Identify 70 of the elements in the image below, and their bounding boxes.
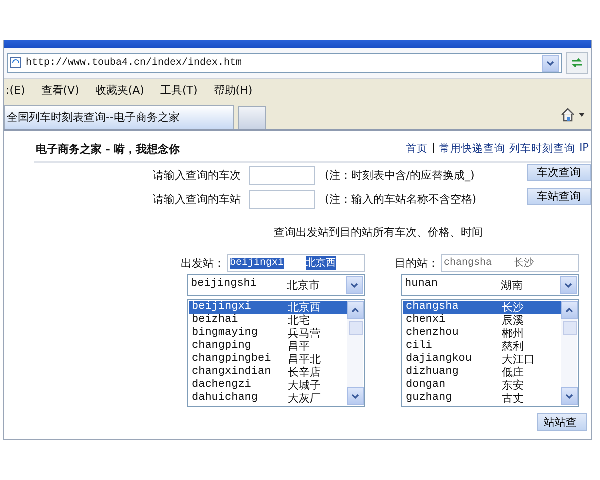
- region-dropdown[interactable]: beijingshi 北京市: [187, 274, 365, 296]
- chevron-down-icon[interactable]: [564, 282, 573, 288]
- scrollbar[interactable]: [561, 301, 577, 405]
- address-field[interactable]: http://www.touba4.cn/index/index.htm: [7, 53, 562, 73]
- list-option[interactable]: dongan 东安: [403, 379, 561, 392]
- list-option[interactable]: chenzhou 郴州: [403, 327, 561, 340]
- site-title: 电子商务之家 - 嗬，我想念你: [36, 142, 182, 156]
- menu-item[interactable]: 收藏夹(A): [95, 82, 144, 98]
- browser-tab[interactable]: 全国列车时刻表查询--电子商务之家: [4, 105, 234, 129]
- chevron-down-icon[interactable]: [546, 60, 555, 66]
- scrollbar[interactable]: [347, 301, 363, 405]
- dropdown-value: beijingshi: [190, 278, 258, 292]
- menu-item[interactable]: 查看(V): [41, 82, 80, 98]
- region-dropdown[interactable]: hunan 湖南: [401, 274, 579, 296]
- query-button[interactable]: 车次查询: [527, 164, 591, 180]
- list-option[interactable]: guzhang 古丈: [403, 392, 561, 405]
- nav-link[interactable]: 常用快递查询: [440, 142, 506, 156]
- list-option[interactable]: cili 慈利: [403, 340, 561, 353]
- menu-item[interactable]: 帮助(H): [214, 82, 253, 98]
- station-field[interactable]: changsha 长沙: [441, 254, 579, 272]
- station-listbox[interactable]: beijingxi 北京西 beizhai 北宅 bingmaying 兵马营 changping 昌平 changpingbei 昌平北 changxindian 长辛店 dachengzi 大城子 dahuichang 大灰厂: [187, 299, 365, 407]
- section-heading: 查询出发站到目的站所有车次、价格、时间: [274, 225, 484, 240]
- nav-link[interactable]: 首页: [406, 142, 428, 156]
- list-option[interactable]: bingmaying 兵马营: [189, 327, 347, 340]
- chevron-down-icon[interactable]: [351, 392, 360, 400]
- list-option[interactable]: changxindian 长辛店: [189, 366, 347, 379]
- chevron-up-icon[interactable]: [351, 306, 360, 314]
- home-icon[interactable]: [560, 107, 576, 123]
- list-option[interactable]: changsha 长沙: [403, 301, 561, 314]
- scrollbar-thumb[interactable]: [563, 321, 577, 335]
- menu-item[interactable]: :(E): [6, 84, 26, 96]
- route-query-button[interactable]: 站站查: [537, 413, 587, 431]
- menu-item[interactable]: 工具(T): [160, 82, 198, 98]
- list-option[interactable]: dajiangkou 大江口: [403, 353, 561, 366]
- field-value: changsha: [444, 258, 492, 268]
- chevron-up-icon[interactable]: [565, 306, 574, 314]
- hint-text: (注：时刻表中含/的应替换成_): [324, 168, 476, 182]
- hint-text: (注：输入的车站名称不含空格): [324, 192, 478, 206]
- field-label: 请输入查询的车次: [152, 168, 242, 182]
- refresh-icon[interactable]: [570, 57, 584, 69]
- list-option[interactable]: dahuichang 大灰厂: [189, 392, 347, 405]
- field-label: 请输入查询的车站: [152, 192, 242, 206]
- station-listbox[interactable]: changsha 长沙 chenxi 辰溪 chenzhou 郴州 cili 慈利 dajiangkou 大江口 dizhuang 低庄 dongan 东安 guzhang 古丈: [401, 299, 579, 407]
- caret-icon[interactable]: [579, 113, 585, 117]
- nav-separator: |: [432, 142, 436, 156]
- list-option[interactable]: chenxi 辰溪: [403, 314, 561, 327]
- field-label: 目的站：: [395, 256, 439, 270]
- list-option[interactable]: changpingbei 昌平北: [189, 353, 347, 366]
- station-field[interactable]: beijingxi 北京西: [227, 254, 365, 272]
- dropdown-value: 北京市: [287, 278, 320, 292]
- scrollbar-thumb[interactable]: [349, 321, 363, 335]
- list-option[interactable]: dizhuang 低庄: [403, 366, 561, 379]
- chevron-down-icon[interactable]: [565, 392, 574, 400]
- list-option[interactable]: dachengzi 大城子: [189, 379, 347, 392]
- input-field[interactable]: [249, 190, 315, 208]
- field-value: beijingxi: [230, 258, 284, 268]
- field-value: 长沙: [514, 256, 534, 270]
- query-button[interactable]: 车站查询: [527, 188, 591, 204]
- field-value: 北京西: [306, 256, 336, 270]
- chevron-down-icon[interactable]: [350, 282, 359, 288]
- dropdown-value: 湖南: [501, 278, 523, 292]
- input-field[interactable]: [249, 166, 315, 184]
- list-option[interactable]: beizhai 北宅: [189, 314, 347, 327]
- list-option[interactable]: changping 昌平: [189, 340, 347, 353]
- dropdown-value: hunan: [404, 278, 440, 292]
- page-icon: [10, 57, 22, 69]
- field-label: 出发站：: [181, 256, 225, 270]
- nav-link[interactable]: 列车时刻查询: [510, 142, 576, 156]
- nav-link[interactable]: IP: [580, 142, 589, 156]
- list-option[interactable]: beijingxi 北京西: [189, 301, 347, 314]
